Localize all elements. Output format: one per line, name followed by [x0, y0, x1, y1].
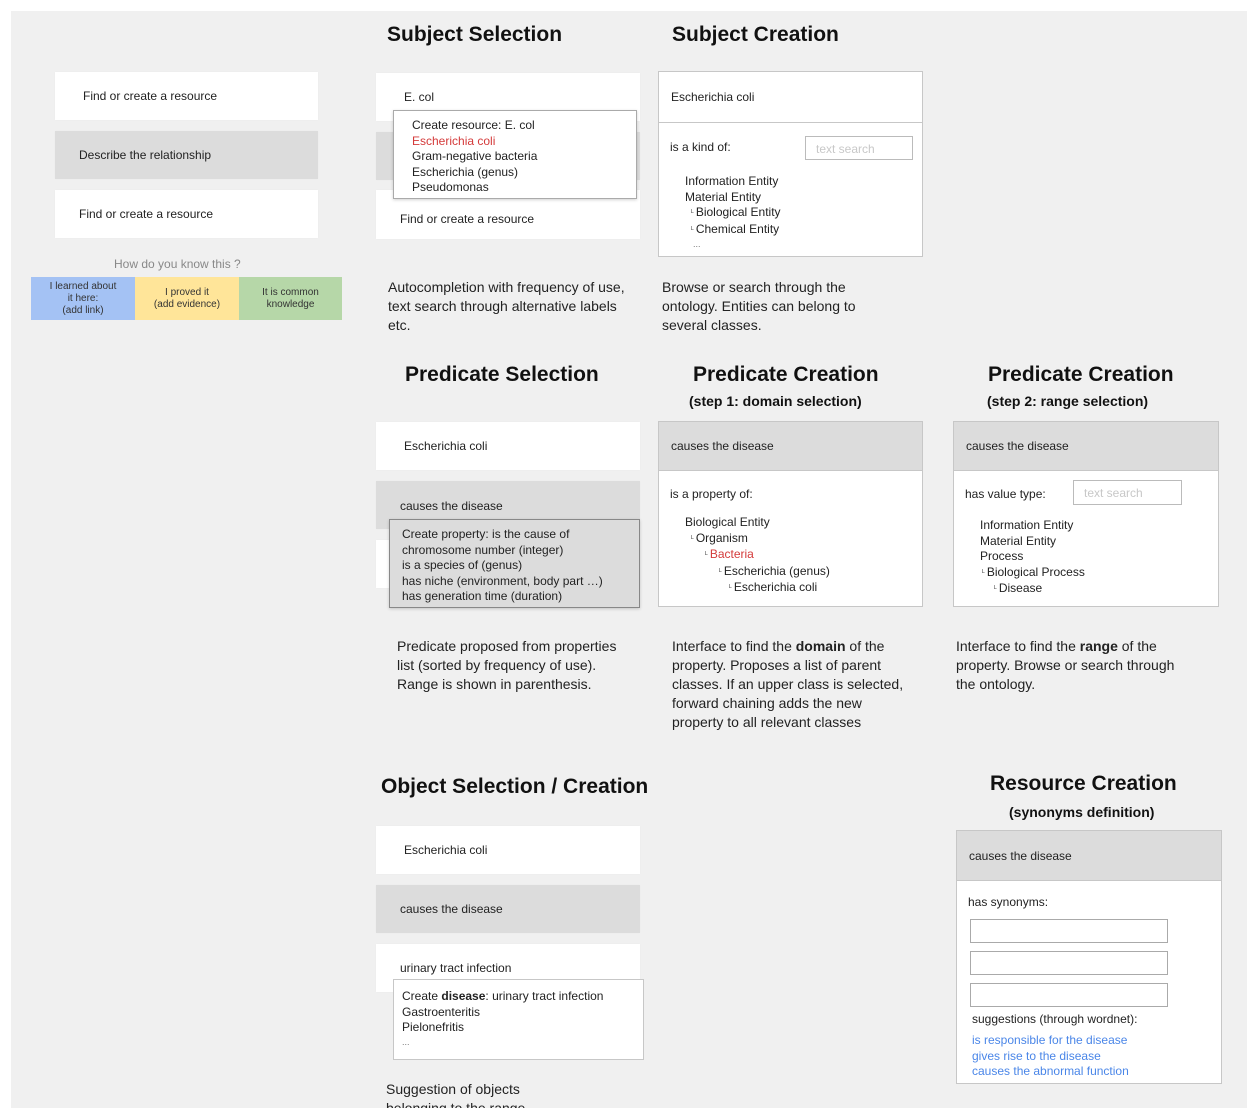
is-a-kind-of-label: is a kind of:	[670, 140, 731, 154]
subject-creation-header: Escherichia coli	[659, 72, 922, 123]
predicate-creation-range-subtitle: (step 2: range selection)	[987, 393, 1149, 409]
synonym-input-3[interactable]	[970, 983, 1168, 1007]
predicate-range-header: causes the disease	[954, 422, 1218, 471]
subject-selection-title: Subject Selection	[387, 23, 563, 46]
find-resource-label-2: Find or create a resource	[79, 207, 214, 221]
predicate-creation-range-title: Predicate Creation	[988, 363, 1174, 386]
predicate-creation-domain-title: Predicate Creation	[693, 363, 879, 386]
predicate-selection-description: Predicate proposed from properties list …	[397, 638, 617, 692]
suggestion-link[interactable]: causes the abnormal function	[972, 1064, 1129, 1080]
find-resource-label-1: Find or create a resource	[83, 89, 218, 103]
object-selection-title: Object Selection / Creation	[381, 775, 649, 798]
describe-relationship-label: Describe the relationship	[79, 148, 212, 162]
tree-item[interactable]: Material Entity	[685, 190, 781, 206]
evidence-proved-button[interactable]: I proved it (add evidence)	[135, 277, 239, 320]
suggestion-link[interactable]: is responsible for the disease	[972, 1033, 1129, 1049]
dropdown-item[interactable]: Create property: is the cause of	[402, 527, 639, 543]
dropdown-item[interactable]: is a species of (genus)	[402, 558, 639, 574]
predicate-domain-panel: causes the disease is a property of: Bio…	[658, 421, 923, 607]
subject-creation-title: Subject Creation	[672, 23, 839, 46]
find-resource-card-1[interactable]: Find or create a resource	[55, 72, 318, 120]
tree-item[interactable]: ᴸ Escherichia (genus)	[685, 564, 830, 581]
dropdown-item[interactable]: has niche (environment, body part …)	[402, 574, 639, 590]
predicate-domain-header: causes the disease	[659, 422, 922, 471]
tree-item[interactable]: Information Entity	[685, 174, 781, 190]
range-tree: Information Entity Material Entity Proce…	[980, 518, 1085, 598]
dropdown-item[interactable]: Gram-negative bacteria	[412, 149, 636, 165]
mockup-canvas: Find or create a resource Describe the r…	[11, 11, 1247, 1108]
subject-selection-description: Autocompletion with frequency of use, te…	[388, 279, 625, 333]
predicate-domain-description: Interface to find the domain of the prop…	[672, 638, 904, 730]
tree-item[interactable]: ᴸ Chemical Entity	[685, 222, 781, 239]
resource-creation-title: Resource Creation	[990, 772, 1177, 795]
synonym-suggestions: is responsible for the disease gives ris…	[972, 1033, 1129, 1080]
synonym-input-1[interactable]	[970, 919, 1168, 943]
tree-item[interactable]: Material Entity	[980, 534, 1085, 550]
has-value-type-label: has value type:	[965, 487, 1046, 501]
subject-creation-description: Browse or search through the ontology. E…	[662, 279, 856, 333]
dropdown-item-highlighted[interactable]: Escherichia coli	[412, 134, 636, 150]
predicate-selection-title: Predicate Selection	[405, 363, 599, 386]
dropdown-item-create[interactable]: Create disease: urinary tract infection	[402, 989, 643, 1005]
resource-creation-header: causes the disease	[957, 831, 1221, 881]
describe-relationship-card[interactable]: Describe the relationship	[55, 131, 318, 179]
subject-creation-header-label: Escherichia coli	[671, 90, 755, 104]
dropdown-item[interactable]: Escherichia (genus)	[412, 165, 636, 181]
subject-creation-search-input[interactable]: text search	[805, 136, 913, 160]
tree-more: ...	[693, 239, 701, 249]
has-synonyms-label: has synonyms:	[968, 895, 1049, 909]
dropdown-item[interactable]: Pielonefritis	[402, 1020, 643, 1036]
predicate-range-panel: causes the disease has value type: text …	[953, 421, 1219, 607]
dropdown-item[interactable]: Gastroenteritis	[402, 1005, 643, 1021]
is-a-property-of-label: is a property of:	[670, 487, 753, 501]
range-search-input[interactable]: text search	[1073, 480, 1182, 505]
tree-item[interactable]: ᴸ Escherichia coli	[685, 580, 830, 597]
subject-autocomplete-dropdown: Create resource: E. col Escherichia coli…	[393, 110, 637, 199]
ontology-tree: Information Entity Material Entity ᴸ Biol…	[685, 174, 781, 250]
resource-creation-panel: causes the disease has synonyms: suggest…	[956, 830, 1222, 1084]
object-autocomplete-dropdown: Create disease: urinary tract infection …	[393, 979, 644, 1060]
tree-item[interactable]: Process	[980, 549, 1085, 565]
find-resource-card-2[interactable]: Find or create a resource	[55, 190, 318, 238]
tree-item[interactable]: ᴸ Biological Process	[980, 565, 1085, 582]
dropdown-more: ...	[402, 1036, 410, 1047]
object-subject-card[interactable]: Escherichia coli	[376, 826, 640, 874]
dropdown-item[interactable]: has generation time (duration)	[402, 589, 639, 605]
resource-creation-subtitle: (synonyms definition)	[1009, 804, 1155, 820]
object-predicate-card[interactable]: causes the disease	[376, 885, 640, 933]
subject-creation-panel: Escherichia coli is a kind of: text sear…	[658, 71, 923, 257]
tree-item[interactable]: Biological Entity	[685, 515, 830, 531]
tree-item[interactable]: ᴸ Disease	[980, 581, 1085, 598]
domain-tree: Biological Entity ᴸ Organism ᴸ Bacteria ᴸE…	[685, 515, 830, 597]
tree-item[interactable]: Information Entity	[980, 518, 1085, 534]
suggestions-label: suggestions (through wordnet):	[972, 1012, 1138, 1026]
tree-item[interactable]: ᴸ Biological Entity	[685, 205, 781, 222]
dropdown-item[interactable]: Pseudomonas	[412, 180, 636, 196]
evidence-learned-button[interactable]: I learned about it here: (add link)	[31, 277, 135, 320]
predicate-creation-domain-subtitle: (step 1: domain selection)	[689, 393, 862, 409]
object-selection-description: Suggestion of objects belonging to the r…	[386, 1081, 526, 1108]
evidence-question: How do you know this ?	[114, 257, 241, 271]
predicate-subject-card[interactable]: Escherichia coli	[376, 422, 640, 470]
synonym-input-2[interactable]	[970, 951, 1168, 975]
evidence-common-knowledge-button[interactable]: It is common knowledge	[239, 277, 342, 320]
predicate-range-description: Interface to find the range of the prope…	[956, 638, 1175, 692]
subject-search-value: E. col	[404, 90, 435, 104]
subject-bottom-label: Find or create a resource	[400, 211, 535, 226]
dropdown-item[interactable]: chromosome number (integer)	[402, 543, 639, 559]
tree-item-selected[interactable]: ᴸ Bacteria	[685, 547, 830, 564]
tree-item[interactable]: ᴸ Organism	[685, 531, 830, 548]
dropdown-item[interactable]: Create resource: E. col	[412, 118, 636, 134]
predicate-autocomplete-dropdown: Create property: is the cause of chromos…	[389, 519, 640, 608]
suggestion-link[interactable]: gives rise to the disease	[972, 1049, 1129, 1065]
